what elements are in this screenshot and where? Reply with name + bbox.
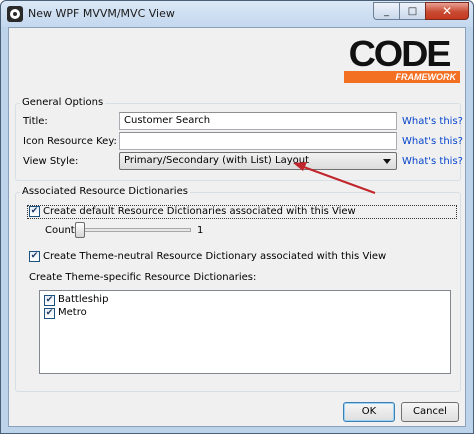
theme-specific-label: Create Theme-specific Resource Dictionar… <box>29 272 257 283</box>
title-whats-this-link[interactable]: What's this? <box>402 116 463 127</box>
close-icon: ✕ <box>441 4 453 18</box>
maximize-icon: □ <box>407 5 418 17</box>
chevron-down-icon <box>383 159 391 164</box>
themes-listbox[interactable]: ✔ Battleship ✔ Metro <box>39 290 451 374</box>
app-icon <box>7 6 23 22</box>
check-icon: ✔ <box>30 251 39 261</box>
count-slider-thumb[interactable] <box>75 222 85 238</box>
window-controls: _ □ ✕ <box>373 2 469 20</box>
icon-resource-key-label: Icon Resource Key: <box>23 136 117 147</box>
view-style-whats-this-link[interactable]: What's this? <box>402 156 463 167</box>
theme-battleship-label[interactable]: Battleship <box>58 294 108 305</box>
view-style-combobox[interactable]: Primary/Secondary (with List) Layout <box>119 152 397 170</box>
icon-whats-this-link[interactable]: What's this? <box>402 136 463 147</box>
theme-metro-label[interactable]: Metro <box>58 307 87 318</box>
dialog-client-area: CODE FRAMEWORK General Options Title: Cu… <box>8 27 466 427</box>
title-label: Title: <box>23 116 48 127</box>
count-label: Count: <box>45 225 79 236</box>
title-input[interactable]: Customer Search <box>119 112 397 130</box>
icon-resource-key-input[interactable] <box>119 132 397 150</box>
check-icon: ✔ <box>30 206 39 216</box>
view-style-selected: Primary/Secondary (with List) Layout <box>124 155 309 166</box>
ok-button[interactable]: OK <box>343 402 395 422</box>
general-options-title: General Options <box>20 97 106 108</box>
theme-neutral-checkbox[interactable]: ✔ <box>29 251 40 262</box>
view-style-label: View Style: <box>23 156 79 167</box>
cancel-button[interactable]: Cancel <box>401 402 459 422</box>
maximize-button[interactable]: □ <box>399 2 425 20</box>
count-slider-track[interactable] <box>75 228 191 232</box>
theme-battleship-checkbox[interactable]: ✔ <box>44 295 55 306</box>
check-icon: ✔ <box>45 295 54 305</box>
create-default-label[interactable]: Create default Resource Dictionaries ass… <box>43 206 356 217</box>
theme-metro-checkbox[interactable]: ✔ <box>44 308 55 319</box>
resource-dictionaries-title: Associated Resource Dictionaries <box>20 186 190 197</box>
create-default-checkbox[interactable]: ✔ <box>29 206 40 217</box>
theme-neutral-label[interactable]: Create Theme-neutral Resource Dictionary… <box>43 251 386 262</box>
close-button[interactable]: ✕ <box>425 2 469 20</box>
dialog-window: New WPF MVVM/MVC View _ □ ✕ CODE FRAMEWO… <box>0 0 474 434</box>
check-icon: ✔ <box>45 308 54 318</box>
code-framework-logo: CODE FRAMEWORK <box>338 33 460 85</box>
window-title: New WPF MVVM/MVC View <box>28 7 175 20</box>
count-value: 1 <box>197 225 204 236</box>
minimize-button[interactable]: _ <box>373 2 399 20</box>
title-bar[interactable]: New WPF MVVM/MVC View _ □ ✕ <box>1 1 473 27</box>
minimize-icon: _ <box>384 5 389 17</box>
logo-word: CODE <box>348 33 452 74</box>
logo-tagline: FRAMEWORK <box>344 71 460 83</box>
